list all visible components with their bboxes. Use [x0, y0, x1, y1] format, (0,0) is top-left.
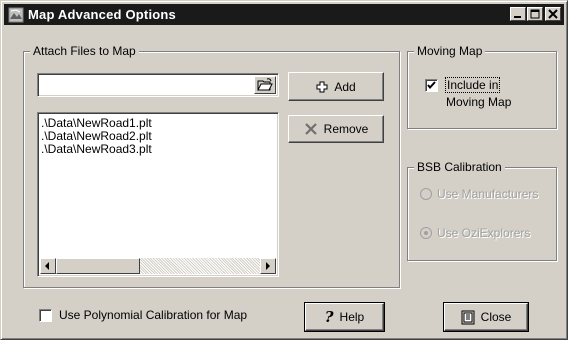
minimize-button[interactable] [510, 7, 526, 21]
include-in-label[interactable]: Include in [444, 77, 501, 93]
file-list-item[interactable]: .\Data\NewRoad3.plt [41, 143, 152, 156]
include-in-moving-map-checkbox[interactable] [425, 79, 438, 92]
map-advanced-options-window: Map Advanced Options Attach Files to Map [0, 0, 568, 340]
file-path-input[interactable] [37, 73, 279, 97]
remove-button[interactable]: Remove [288, 115, 384, 143]
arrow-right-icon [266, 262, 270, 270]
minimize-icon [514, 16, 521, 18]
add-button[interactable]: Add [288, 72, 384, 101]
close-window-button[interactable] [545, 7, 561, 21]
maximize-icon [530, 9, 540, 19]
file-list[interactable]: .\Data\NewRoad1.plt .\Data\NewRoad2.plt … [37, 112, 279, 277]
browse-button[interactable] [254, 76, 276, 94]
use-ozi-explorers-radio[interactable] [420, 227, 432, 239]
arrow-left-icon [45, 262, 49, 270]
bsb-calibration-group: BSB Calibration [407, 160, 557, 261]
checkmark-icon [427, 81, 436, 90]
scroll-right-button[interactable] [260, 258, 276, 274]
use-manufacturers-radio[interactable] [420, 188, 432, 200]
moving-map-group-label: Moving Map [414, 44, 486, 58]
close-door-icon [461, 310, 475, 324]
polynomial-calibration-checkbox[interactable] [39, 309, 52, 322]
use-ozi-explorers-label[interactable]: Use OziExplorers [437, 226, 530, 240]
close-button-label: Close [480, 310, 512, 324]
horizontal-scrollbar[interactable] [40, 258, 276, 274]
file-list-items: .\Data\NewRoad1.plt .\Data\NewRoad2.plt … [41, 117, 152, 156]
scroll-thumb[interactable] [56, 258, 140, 274]
moving-map-label[interactable]: Moving Map [446, 95, 511, 109]
close-button[interactable]: Close [443, 302, 529, 332]
app-icon [8, 7, 24, 22]
attach-files-group-label: Attach Files to Map [30, 44, 139, 58]
maximize-button[interactable] [527, 7, 543, 21]
close-icon [548, 9, 558, 19]
help-button[interactable]: ? Help [304, 302, 385, 332]
add-icon [316, 81, 328, 92]
add-button-label: Add [334, 79, 356, 94]
help-question-icon: ? [324, 308, 334, 326]
title-bar[interactable]: Map Advanced Options [4, 4, 564, 25]
folder-open-icon [257, 78, 273, 91]
remove-button-label: Remove [323, 122, 369, 136]
polynomial-calibration-label[interactable]: Use Polynomial Calibration for Map [59, 308, 247, 322]
use-manufacturers-label[interactable]: Use Manufacturers [437, 187, 538, 201]
bsb-calibration-group-label: BSB Calibration [414, 160, 505, 174]
scroll-left-button[interactable] [40, 258, 56, 274]
window-title: Map Advanced Options [28, 7, 176, 22]
help-button-label: Help [339, 310, 365, 324]
scroll-track[interactable] [140, 258, 260, 274]
remove-x-icon [304, 123, 317, 135]
